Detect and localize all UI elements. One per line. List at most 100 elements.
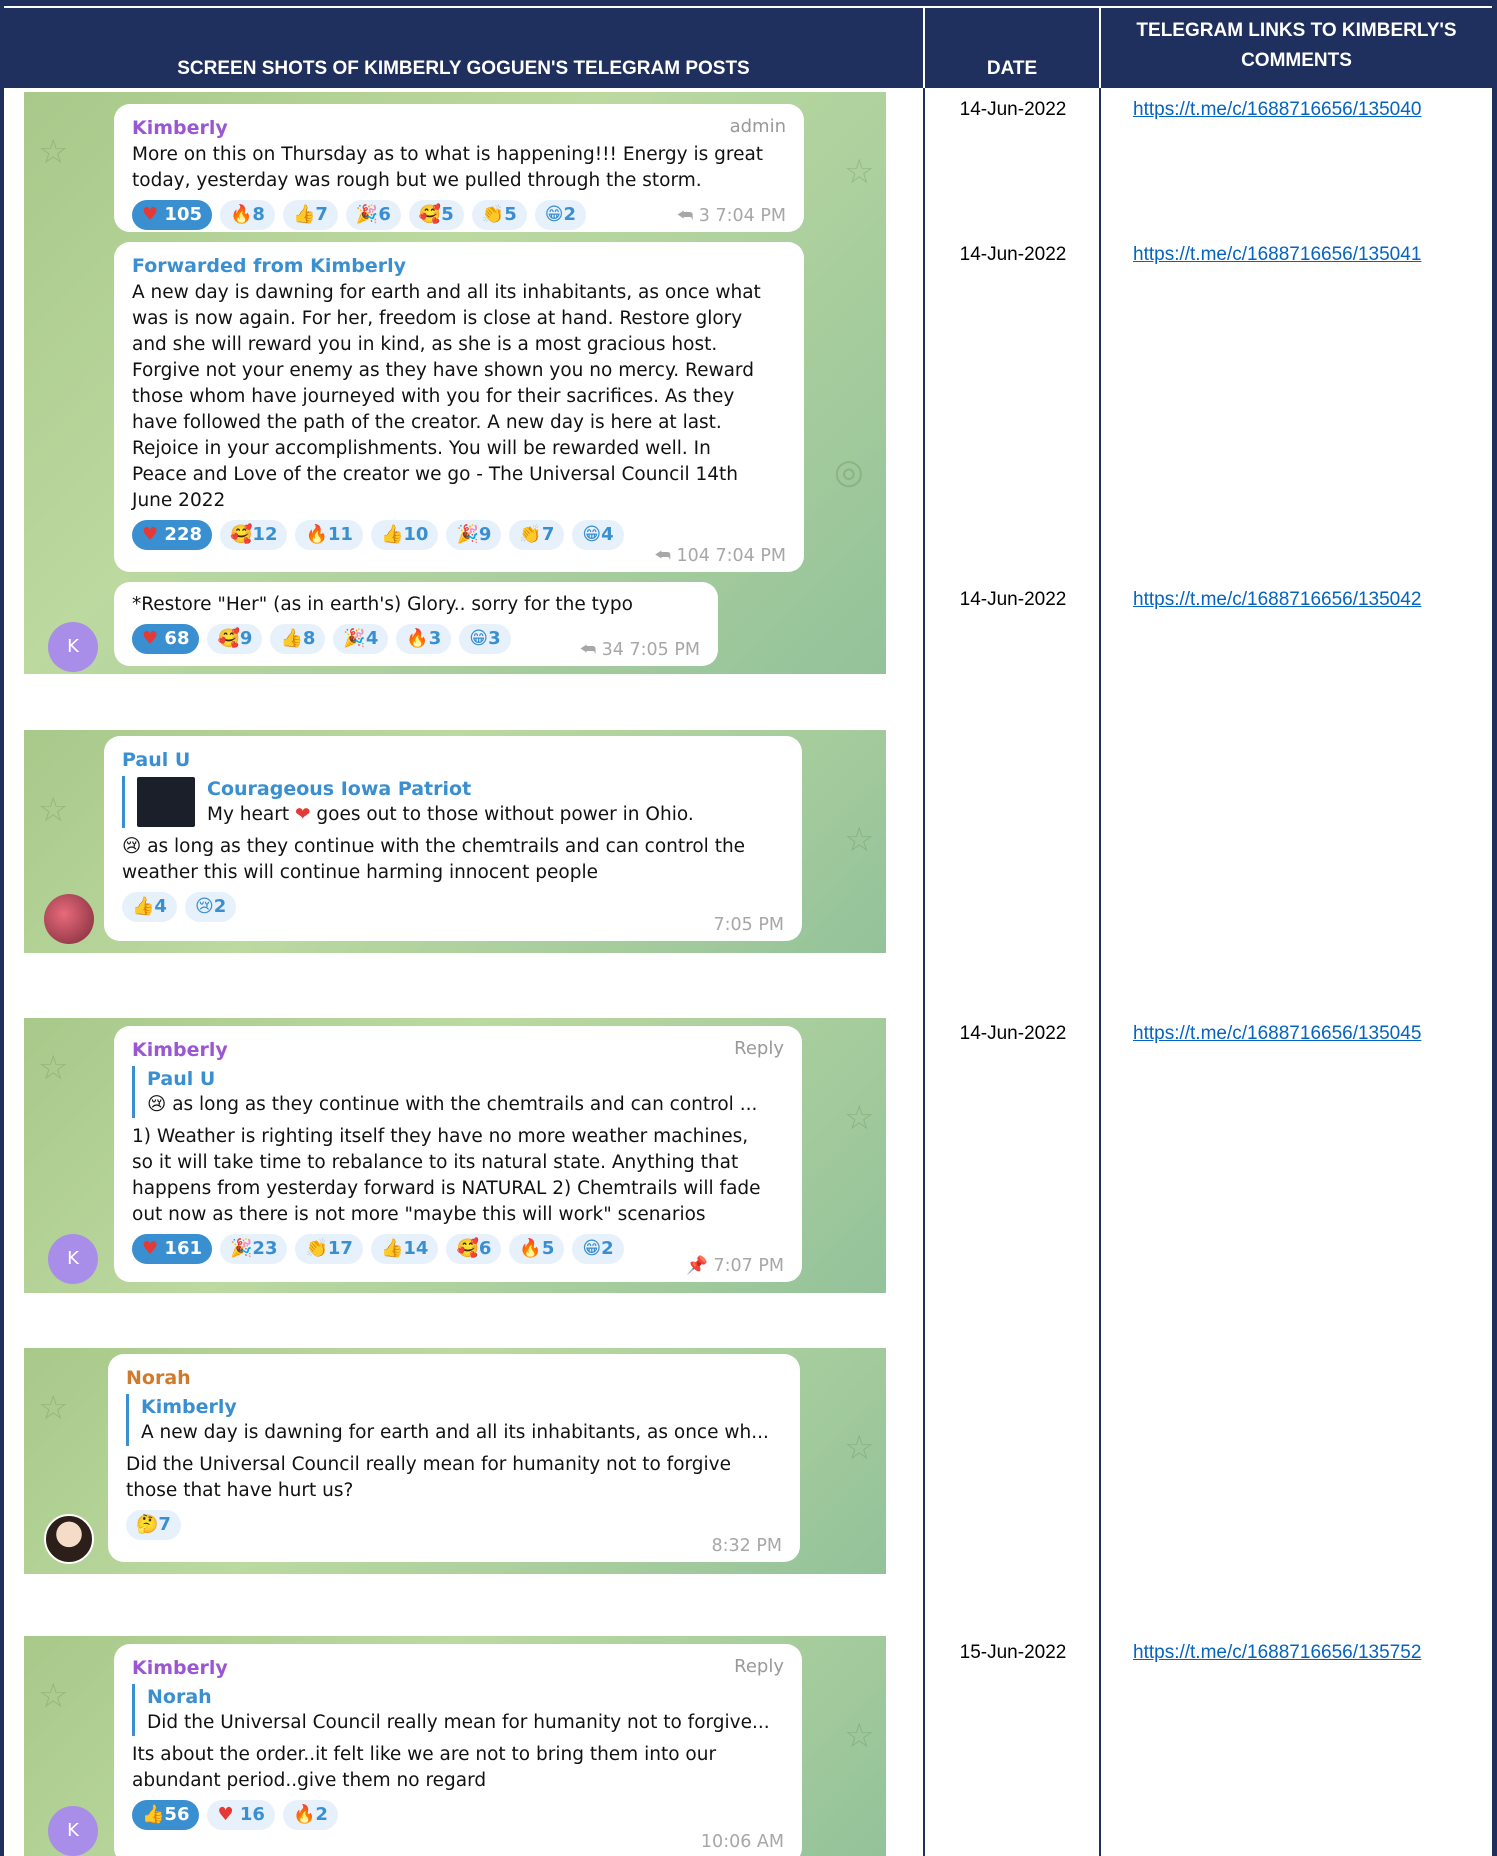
message-text: out now as there is not more "maybe this… <box>132 1204 706 1225</box>
reaction-grin[interactable]: 😁2 <box>572 1234 624 1264</box>
avatar[interactable]: K <box>48 1234 98 1284</box>
sender-name: Paul U <box>122 749 191 771</box>
date-cell: 15-Jun-2022 <box>959 1642 1067 1663</box>
sender-name: Kimberly <box>132 117 228 139</box>
reaction-clap[interactable]: 👏17 <box>295 1234 363 1264</box>
reaction-fire[interactable]: 🔥3 <box>396 624 452 654</box>
reaction-fire[interactable]: 🔥5 <box>509 1234 565 1264</box>
date-cell: 14-Jun-2022 <box>959 244 1067 265</box>
fire-icon: 🔥 <box>230 204 253 225</box>
thumbs-up-icon: 👍 <box>132 896 155 917</box>
message-bubble[interactable]: Kimberly Reply Norah Did the Universal C… <box>114 1644 802 1856</box>
reaction-thumbs[interactable]: 👍4 <box>122 892 177 922</box>
avatar[interactable]: K <box>48 1806 98 1856</box>
message-text: Rejoice in your accomplishments. You wil… <box>132 438 711 459</box>
date-cell: 14-Jun-2022 <box>959 589 1067 610</box>
heart-icon: ♥ <box>217 1804 234 1825</box>
reaction-grin[interactable]: 😁4 <box>572 520 624 550</box>
reaction-grin[interactable]: 😁2 <box>534 200 587 230</box>
clap-icon: 👏 <box>519 524 542 545</box>
reaction-thinking[interactable]: 🤔7 <box>126 1510 181 1540</box>
reaction-cry[interactable]: 😢2 <box>184 892 237 922</box>
reaction-love-face[interactable]: 🥰5 <box>408 200 464 230</box>
message-bubble[interactable]: *Restore "Her" (as in earth's) Glory.. s… <box>114 582 718 666</box>
telegram-screenshot: ☆ ☆ Kimberly Reply Norah Did the Univers… <box>24 1636 886 1856</box>
message-text: A new day is dawning for earth and all i… <box>132 282 761 303</box>
message-bubble[interactable]: Kimberly admin More on this on Thursday … <box>114 104 804 232</box>
reaction-love-face[interactable]: 🥰6 <box>446 1234 502 1264</box>
reaction-love-face[interactable]: 🥰9 <box>207 624 263 654</box>
reaction-thumbs[interactable]: 👍7 <box>282 200 338 230</box>
column-divider <box>923 88 925 1856</box>
reaction-fire[interactable]: 🔥11 <box>295 520 363 550</box>
message-text: those that have hurt us? <box>126 1480 354 1501</box>
thumbs-up-icon: 👍 <box>280 628 303 649</box>
forwarded-message-bubble[interactable]: Forwarded from Kimberly A new day is daw… <box>114 242 804 572</box>
quote-text: My heart ❤ goes out to those without pow… <box>207 804 694 825</box>
star-doodle-icon: ☆ <box>844 1098 875 1138</box>
quote-thumbnail <box>137 777 195 827</box>
fire-icon: 🔥 <box>406 628 429 649</box>
quoted-message[interactable]: Paul U 😢 as long as they continue with t… <box>132 1066 786 1118</box>
quoted-message[interactable]: Courageous Iowa Patriot My heart ❤ goes … <box>122 776 786 828</box>
fire-icon: 🔥 <box>305 524 328 545</box>
heart-icon: ❤ <box>294 804 311 825</box>
sender-name: Norah <box>126 1367 191 1389</box>
reaction-party[interactable]: 🎉6 <box>345 200 401 230</box>
telegram-link[interactable]: https://t.me/c/1688716656/135752 <box>1133 1642 1421 1664</box>
reaction-fire[interactable]: 🔥2 <box>282 1800 338 1830</box>
reaction-love-face[interactable]: 🥰12 <box>220 520 288 550</box>
reaction-heart[interactable]: ♥ 161 <box>132 1234 212 1264</box>
message-text: *Restore "Her" (as in earth's) Glory.. s… <box>132 594 633 615</box>
reactions-row: 🤔7 <box>126 1510 784 1540</box>
quoted-message[interactable]: Norah Did the Universal Council really m… <box>132 1684 786 1736</box>
message-meta: 7:05 PM <box>713 915 784 935</box>
reaction-heart[interactable]: ♥ 68 <box>132 624 200 654</box>
grin-icon: 😁 <box>582 1238 602 1259</box>
message-text: have followed the path of the creator. A… <box>132 412 722 433</box>
fire-icon: 🔥 <box>292 1804 316 1825</box>
telegram-link[interactable]: https://t.me/c/1688716656/135040 <box>1133 99 1421 121</box>
reaction-grin[interactable]: 😁3 <box>459 624 511 654</box>
sender-name: Kimberly <box>132 1657 228 1679</box>
clap-icon: 👏 <box>481 204 505 225</box>
right-border <box>1492 0 1497 1856</box>
star-doodle-icon: ☆ <box>38 132 69 172</box>
avatar[interactable]: K <box>48 622 98 672</box>
telegram-link[interactable]: https://t.me/c/1688716656/135041 <box>1133 244 1421 266</box>
message-meta: ⮪ 34 7:05 PM <box>579 640 700 660</box>
reaction-clap[interactable]: 👏5 <box>471 200 527 230</box>
reaction-thumbs[interactable]: 👍10 <box>370 520 439 550</box>
reaction-clap[interactable]: 👏7 <box>509 520 565 550</box>
reaction-party[interactable]: 🎉23 <box>220 1234 288 1264</box>
reaction-thumbs[interactable]: 👍56 <box>132 1800 200 1830</box>
reaction-thumbs[interactable]: 👍8 <box>270 624 326 654</box>
bulb-doodle-icon: ◎ <box>834 452 864 492</box>
reaction-party[interactable]: 🎉9 <box>446 520 502 550</box>
heart-icon: ♥ <box>142 1238 159 1259</box>
telegram-link[interactable]: https://t.me/c/1688716656/135045 <box>1133 1023 1421 1045</box>
message-text: those whom have journeyed with you for t… <box>132 386 735 407</box>
message-bubble[interactable]: Paul U Courageous Iowa Patriot My heart … <box>104 736 802 941</box>
avatar[interactable] <box>44 894 94 944</box>
message-bubble[interactable]: Kimberly Reply Paul U 😢 as long as they … <box>114 1026 802 1282</box>
fire-icon: 🔥 <box>519 1238 542 1259</box>
heart-icon: ♥ <box>142 524 159 545</box>
avatar[interactable] <box>44 1514 94 1564</box>
reply-badge: Reply <box>734 1656 784 1677</box>
love-face-icon: 🥰 <box>456 1238 479 1259</box>
quoted-message[interactable]: Kimberly A new day is dawning for earth … <box>126 1394 784 1446</box>
reaction-heart[interactable]: ♥ 105 <box>132 200 212 230</box>
message-bubble[interactable]: Norah Kimberly A new day is dawning for … <box>108 1354 800 1562</box>
telegram-screenshot: ☆ ☆ Paul U Courageous Iowa Patriot My he… <box>24 730 886 953</box>
thumbs-up-icon: 👍 <box>380 1238 404 1259</box>
reaction-thumbs[interactable]: 👍14 <box>370 1234 439 1264</box>
reaction-heart[interactable]: ♥ 16 <box>207 1800 275 1830</box>
reaction-fire[interactable]: 🔥8 <box>220 200 275 230</box>
star-doodle-icon: ☆ <box>38 1048 69 1088</box>
admin-badge: admin <box>729 116 786 137</box>
header-screenshots: SCREEN SHOTS OF KIMBERLY GOGUEN'S TELEGR… <box>4 8 923 88</box>
telegram-link[interactable]: https://t.me/c/1688716656/135042 <box>1133 589 1421 611</box>
reaction-party[interactable]: 🎉4 <box>333 624 389 654</box>
reaction-heart[interactable]: ♥ 228 <box>132 520 212 550</box>
